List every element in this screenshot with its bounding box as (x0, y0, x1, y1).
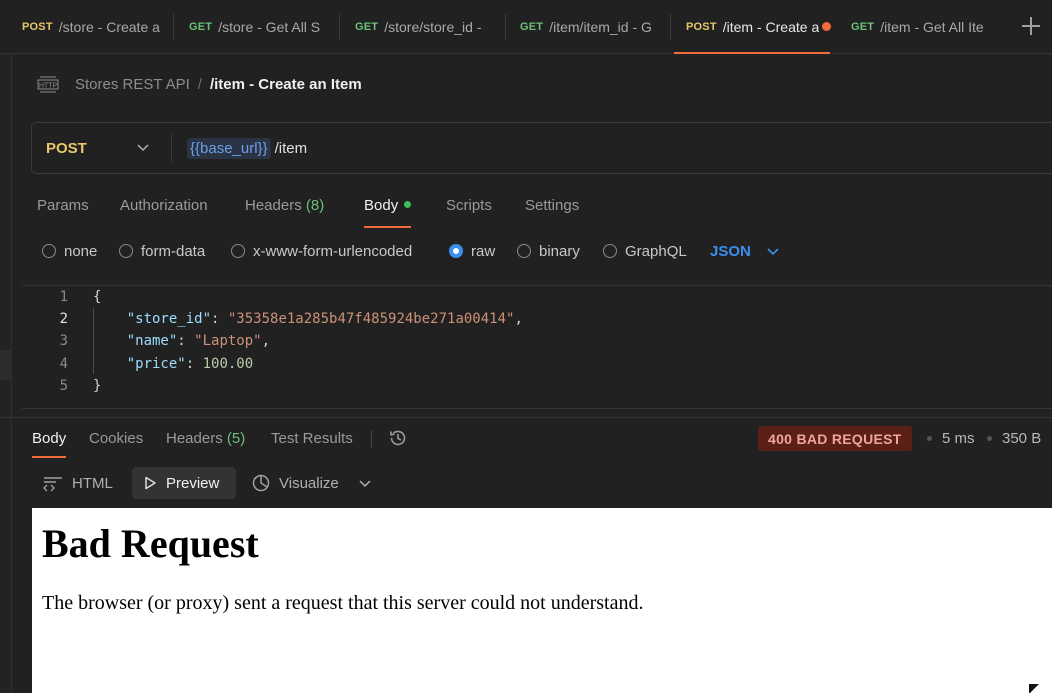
play-icon (145, 476, 156, 490)
code-line: 1 { (22, 289, 1052, 311)
headers-count: (8) (305, 197, 325, 214)
line-number: 1 (59, 289, 68, 305)
mouse-cursor (1029, 684, 1039, 693)
method-label: POST (22, 21, 53, 33)
tab-scripts[interactable]: Scripts (446, 194, 492, 228)
line-number: 2 (59, 311, 68, 327)
response-preview: Bad Request The browser (or proxy) sent … (32, 508, 1052, 693)
response-tab-body[interactable]: Body (32, 427, 67, 458)
view-html-button[interactable]: HTML (32, 467, 123, 499)
line-number: 5 (59, 378, 68, 394)
method-label: GET (520, 21, 544, 33)
response-headers-count: (5) (226, 430, 246, 447)
method-label: GET (851, 21, 875, 33)
code-line: 3 "name": "Laptop", (22, 333, 1052, 355)
response-time[interactable]: 5 ms (942, 426, 975, 451)
preview-message: The browser (or proxy) sent a request th… (42, 592, 644, 614)
method-label: GET (189, 21, 213, 33)
breadcrumb: HTTP Stores REST API / /item - Create an… (37, 73, 362, 95)
tab-authorization[interactable]: Authorization (120, 194, 208, 228)
chevron-down-icon[interactable] (766, 244, 780, 258)
view-visualize-button[interactable]: Visualize (241, 467, 349, 499)
preview-heading: Bad Request (42, 521, 259, 566)
response-tab-cookies[interactable]: Cookies (89, 427, 143, 458)
sidebar-edge (0, 54, 12, 693)
request-body-editor[interactable]: 1 { 2 "store_id": "35358e1a285b47f485924… (22, 285, 1052, 409)
method-select[interactable]: POST (46, 123, 87, 173)
breadcrumb-request-name[interactable]: /item - Create an Item (210, 76, 362, 93)
tab-headers[interactable]: Headers (8) (245, 194, 324, 228)
code-format-icon (43, 477, 62, 492)
request-tab-strip: POST /store - Create a GET /store - Get … (0, 0, 1052, 54)
svg-text:HTTP: HTTP (39, 83, 58, 90)
tab-title: /item - Get All Ite (880, 19, 984, 35)
request-tab[interactable]: GET /item/item_id - G (498, 0, 664, 54)
request-tab[interactable]: GET /store - Get All S (167, 0, 332, 54)
radio-x-www-form-urlencoded[interactable]: x-www-form-urlencoded (231, 240, 412, 262)
radio-none[interactable]: none (42, 240, 97, 262)
http-icon: HTTP (37, 75, 59, 93)
history-icon[interactable] (388, 428, 408, 448)
breadcrumb-separator: / (197, 75, 202, 93)
request-tab[interactable]: POST /store - Create a (0, 0, 166, 54)
tab-title: /item - Create a (722, 19, 820, 35)
status-badge[interactable]: 400 BAD REQUEST (758, 426, 912, 451)
url-bar: POST {{base_url}} /item (31, 122, 1052, 174)
response-size[interactable]: 350 B (1002, 426, 1041, 451)
method-label: POST (686, 21, 717, 33)
visualize-icon (252, 474, 270, 492)
code-line: 5 } (22, 378, 1052, 400)
tab-title: /store/store_id - (384, 19, 482, 35)
response-tab-headers[interactable]: Headers (5) (166, 427, 245, 458)
response-tab-test-results[interactable]: Test Results (271, 427, 353, 458)
request-tab[interactable]: GET /item - Get All Ite (829, 0, 989, 54)
url-input[interactable]: {{base_url}} /item (187, 123, 307, 173)
new-tab-plus-icon[interactable] (1020, 15, 1042, 37)
body-indicator-dot (404, 201, 412, 208)
tab-settings[interactable]: Settings (525, 194, 579, 228)
line-number: 3 (59, 333, 68, 349)
request-tab-active[interactable]: POST /item - Create a (664, 0, 840, 54)
radio-raw[interactable]: raw (449, 240, 495, 262)
view-preview-button[interactable]: Preview (132, 467, 236, 499)
line-number: 4 (59, 356, 68, 372)
radio-binary[interactable]: binary (517, 240, 580, 262)
request-tab[interactable]: GET /store/store_id - (333, 0, 498, 54)
tab-title: /item/item_id - G (549, 19, 652, 35)
tab-body[interactable]: Body (364, 194, 412, 228)
method-label: GET (355, 21, 379, 33)
breadcrumb-collection[interactable]: Stores REST API (75, 76, 190, 93)
tab-title: /store - Get All S (218, 19, 321, 35)
tab-params[interactable]: Params (37, 194, 89, 228)
raw-format-select[interactable]: JSON (710, 240, 751, 262)
chevron-down-icon[interactable] (136, 140, 150, 154)
url-variable[interactable]: {{base_url}} (187, 137, 271, 159)
radio-form-data[interactable]: form-data (119, 240, 205, 262)
radio-graphql[interactable]: GraphQL (603, 240, 687, 262)
tab-title: /store - Create a (58, 19, 160, 35)
code-line: 2 "store_id": "35358e1a285b47f485924be27… (22, 311, 1052, 333)
chevron-down-icon[interactable] (358, 476, 372, 490)
url-path: /item (274, 139, 308, 157)
code-line: 4 "price": 100.00 (22, 356, 1052, 378)
